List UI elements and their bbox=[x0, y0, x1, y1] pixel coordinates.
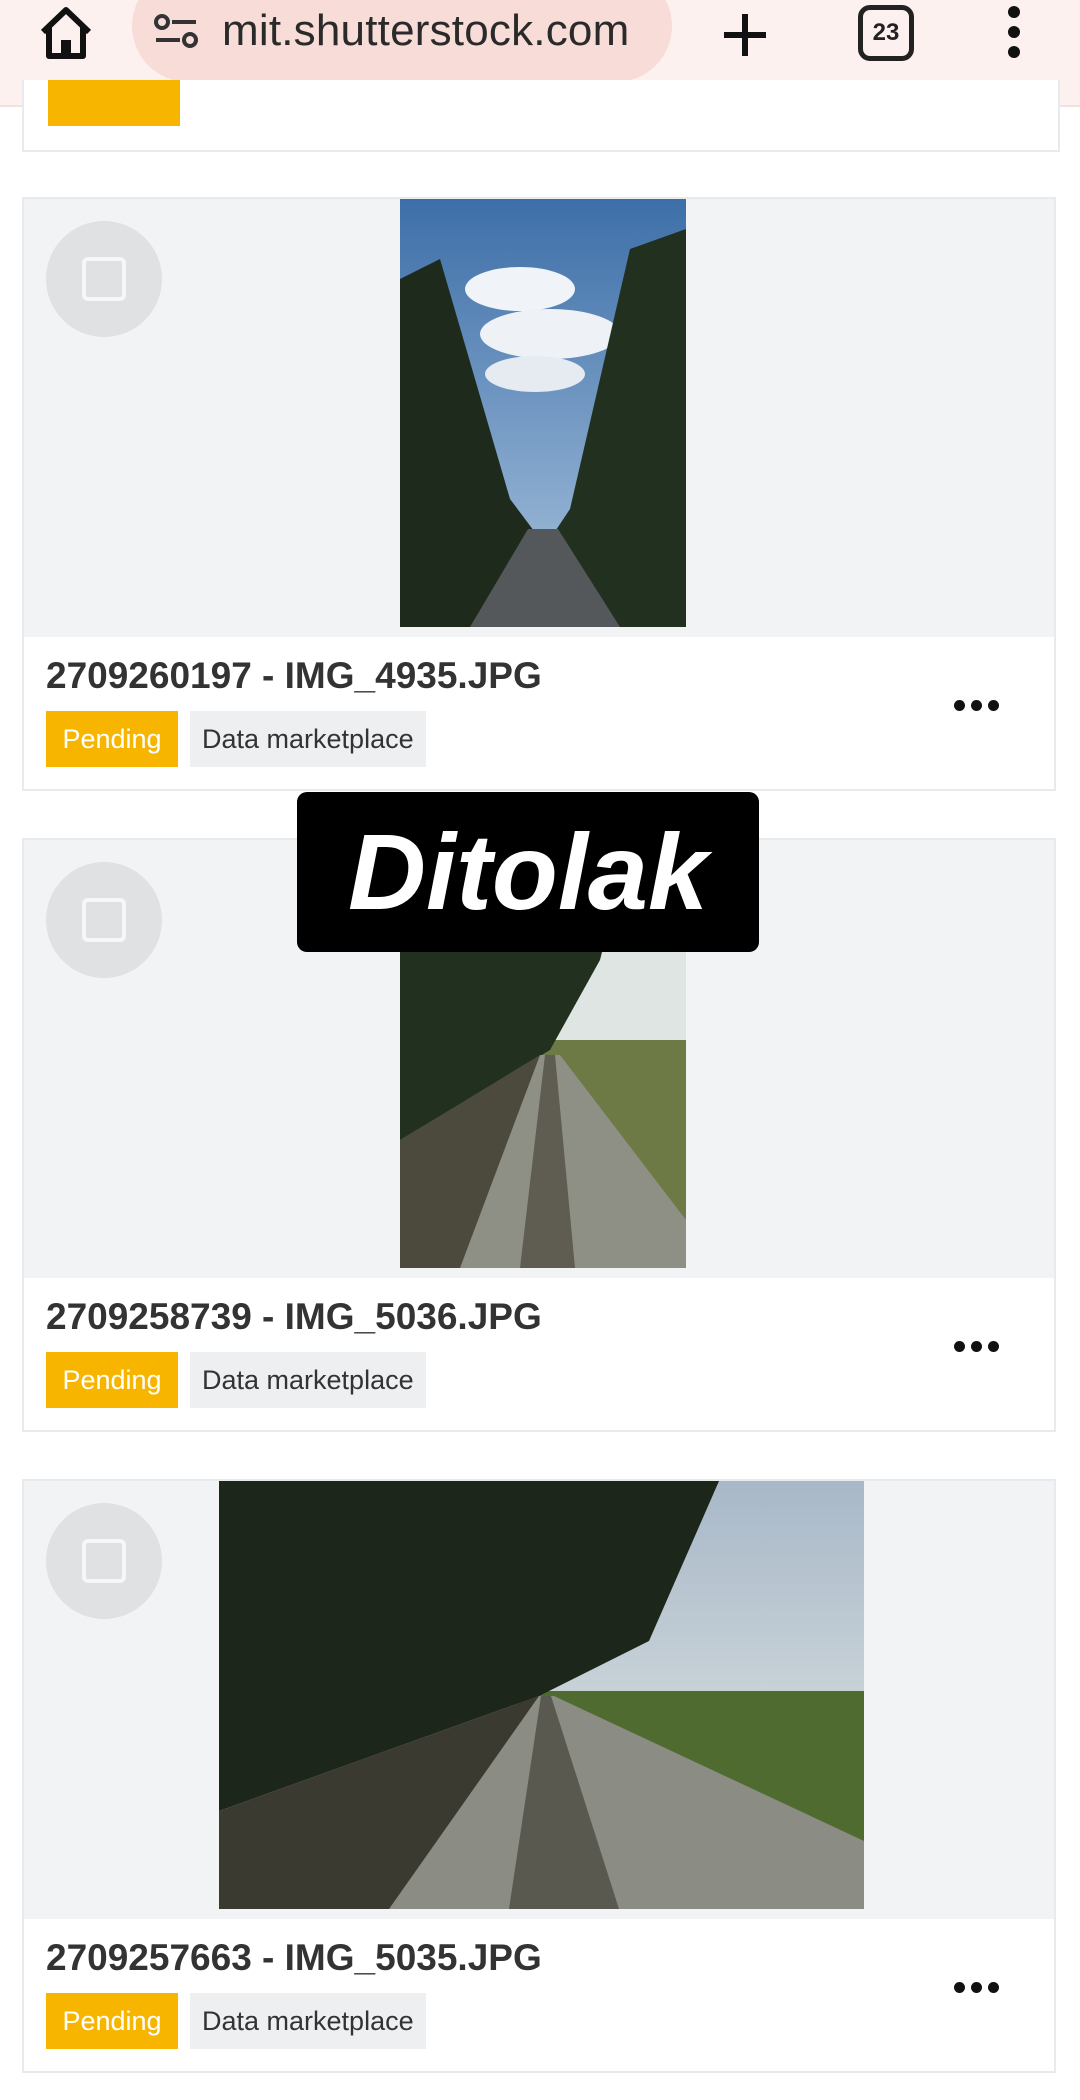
more-options-icon[interactable] bbox=[954, 693, 1004, 717]
url-text[interactable]: mit.shutterstock.com bbox=[222, 6, 629, 56]
new-tab-icon[interactable] bbox=[718, 8, 772, 62]
thumbnail-road-sky[interactable] bbox=[400, 199, 686, 627]
item-title[interactable]: 2709260197 - IMG_4935.JPG bbox=[46, 655, 542, 697]
item-title[interactable]: 2709257663 - IMG_5035.JPG bbox=[46, 1937, 542, 1979]
status-badge: Pending bbox=[46, 1993, 178, 2049]
tag-badge: Data marketplace bbox=[190, 711, 426, 767]
more-options-icon[interactable] bbox=[954, 1975, 1004, 1999]
home-icon[interactable] bbox=[35, 4, 97, 62]
select-checkbox[interactable] bbox=[46, 1503, 162, 1619]
more-vert-icon[interactable] bbox=[1003, 4, 1025, 60]
tab-switcher-button[interactable]: 23 bbox=[858, 5, 914, 61]
more-options-icon[interactable] bbox=[954, 1334, 1004, 1358]
previous-item-card bbox=[22, 80, 1060, 152]
upload-item-card[interactable]: 2709257663 - IMG_5035.JPG Pending Data m… bbox=[22, 1479, 1056, 2073]
status-badge-fragment bbox=[48, 80, 180, 126]
address-bar[interactable]: mit.shutterstock.com bbox=[132, 0, 672, 82]
tag-badge: Data marketplace bbox=[190, 1352, 426, 1408]
item-info: 2709258739 - IMG_5036.JPG Pending Data m… bbox=[24, 1278, 1054, 1430]
site-settings-icon[interactable] bbox=[152, 10, 202, 52]
thumbnail-road-landscape[interactable] bbox=[219, 1481, 864, 1909]
status-badge: Pending bbox=[46, 711, 178, 767]
item-thumbnail-area bbox=[24, 1481, 1054, 1919]
tab-count: 23 bbox=[872, 19, 900, 46]
status-badge: Pending bbox=[46, 1352, 178, 1408]
item-info: 2709257663 - IMG_5035.JPG Pending Data m… bbox=[24, 1919, 1054, 2071]
select-checkbox[interactable] bbox=[46, 862, 162, 978]
item-title[interactable]: 2709258739 - IMG_5036.JPG bbox=[46, 1296, 542, 1338]
item-thumbnail-area bbox=[24, 199, 1054, 637]
upload-item-card[interactable]: 2709260197 - IMG_4935.JPG Pending Data m… bbox=[22, 197, 1056, 791]
overlay-caption: Ditolak bbox=[297, 792, 759, 952]
item-info: 2709260197 - IMG_4935.JPG Pending Data m… bbox=[24, 637, 1054, 789]
tag-badge: Data marketplace bbox=[190, 1993, 426, 2049]
select-checkbox[interactable] bbox=[46, 221, 162, 337]
